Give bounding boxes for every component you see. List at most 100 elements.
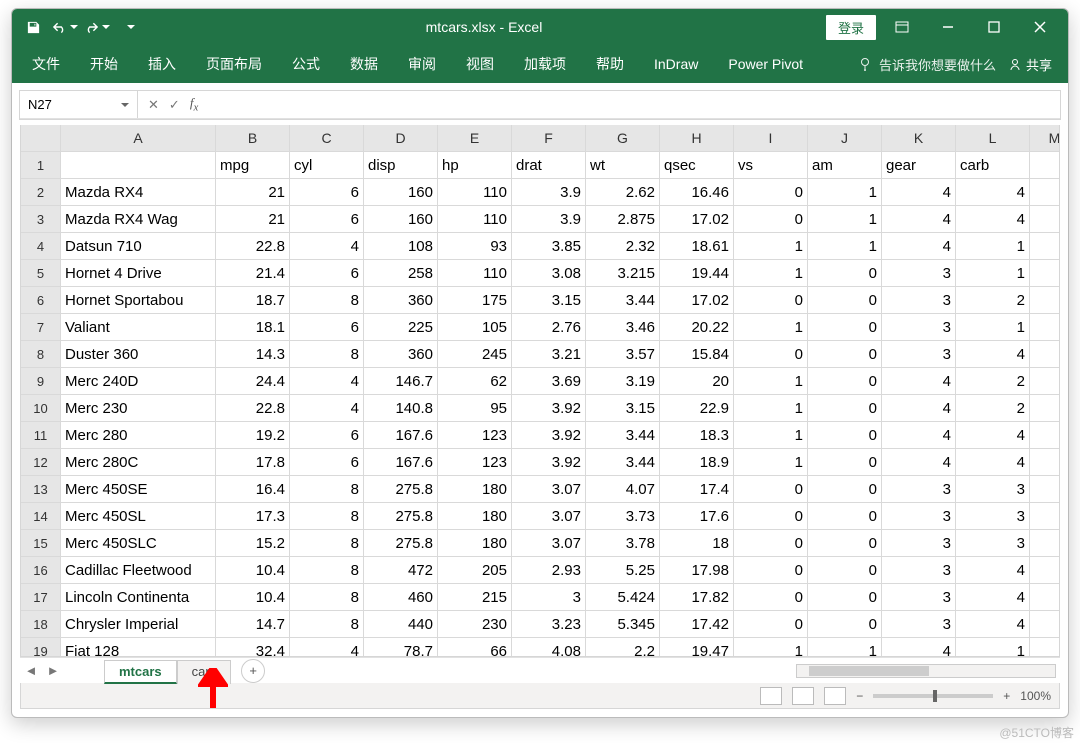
save-icon[interactable]	[20, 14, 46, 40]
sheet-nav-next-icon[interactable]: ►	[42, 663, 64, 678]
cell-E3[interactable]: 110	[438, 206, 512, 233]
cell-D16[interactable]: 472	[364, 557, 438, 584]
cell-H4[interactable]: 18.61	[660, 233, 734, 260]
cell-I6[interactable]: 0	[734, 287, 808, 314]
cell-M16[interactable]	[1030, 557, 1059, 584]
undo-icon[interactable]	[52, 14, 78, 40]
cell-M10[interactable]	[1030, 395, 1059, 422]
page-break-view-icon[interactable]	[824, 687, 846, 705]
cell-C5[interactable]: 6	[290, 260, 364, 287]
cell-E14[interactable]: 180	[438, 503, 512, 530]
cell-H7[interactable]: 20.22	[660, 314, 734, 341]
cell-L10[interactable]: 2	[956, 395, 1030, 422]
cell-G8[interactable]: 3.57	[586, 341, 660, 368]
cell-E6[interactable]: 175	[438, 287, 512, 314]
cell-C11[interactable]: 6	[290, 422, 364, 449]
cell-G14[interactable]: 3.73	[586, 503, 660, 530]
cell-A8[interactable]: Duster 360	[61, 341, 216, 368]
cell-G17[interactable]: 5.424	[586, 584, 660, 611]
row-header-4[interactable]: 4	[21, 233, 61, 260]
cell-F16[interactable]: 2.93	[512, 557, 586, 584]
cell-B13[interactable]: 16.4	[216, 476, 290, 503]
cell-C15[interactable]: 8	[290, 530, 364, 557]
sheet-nav-prev-icon[interactable]: ◄	[20, 663, 42, 678]
cell-J15[interactable]: 0	[808, 530, 882, 557]
cell-D18[interactable]: 440	[364, 611, 438, 638]
zoom-slider[interactable]	[873, 694, 993, 698]
cell-D12[interactable]: 167.6	[364, 449, 438, 476]
share-button[interactable]: 共享	[1008, 55, 1052, 74]
cell-G6[interactable]: 3.44	[586, 287, 660, 314]
cell-C6[interactable]: 8	[290, 287, 364, 314]
cell-F14[interactable]: 3.07	[512, 503, 586, 530]
cell-L5[interactable]: 1	[956, 260, 1030, 287]
cell-K9[interactable]: 4	[882, 368, 956, 395]
cell-B3[interactable]: 21	[216, 206, 290, 233]
cell-L12[interactable]: 4	[956, 449, 1030, 476]
cell-L6[interactable]: 2	[956, 287, 1030, 314]
cell-header-J[interactable]: am	[808, 152, 882, 179]
cell-D7[interactable]: 225	[364, 314, 438, 341]
row-header-15[interactable]: 15	[21, 530, 61, 557]
row-header-14[interactable]: 14	[21, 503, 61, 530]
cell-L7[interactable]: 1	[956, 314, 1030, 341]
cell-F11[interactable]: 3.92	[512, 422, 586, 449]
cell-I19[interactable]: 1	[734, 638, 808, 656]
cell-E18[interactable]: 230	[438, 611, 512, 638]
row-header-1[interactable]: 1	[21, 152, 61, 179]
ribbon-tab-审阅[interactable]: 审阅	[394, 48, 450, 80]
cell-K7[interactable]: 3	[882, 314, 956, 341]
cell-M12[interactable]	[1030, 449, 1059, 476]
cell-A3[interactable]: Mazda RX4 Wag	[61, 206, 216, 233]
column-header-K[interactable]: K	[882, 125, 956, 152]
cell-M9[interactable]	[1030, 368, 1059, 395]
cell-C12[interactable]: 6	[290, 449, 364, 476]
column-header-G[interactable]: G	[586, 125, 660, 152]
cell-A12[interactable]: Merc 280C	[61, 449, 216, 476]
cell-H13[interactable]: 17.4	[660, 476, 734, 503]
cell-C18[interactable]: 8	[290, 611, 364, 638]
row-header-9[interactable]: 9	[21, 368, 61, 395]
cell-G10[interactable]: 3.15	[586, 395, 660, 422]
cell-K10[interactable]: 4	[882, 395, 956, 422]
zoom-in-icon[interactable]: +	[1003, 689, 1010, 703]
cell-J11[interactable]: 0	[808, 422, 882, 449]
row-header-5[interactable]: 5	[21, 260, 61, 287]
cell-J7[interactable]: 0	[808, 314, 882, 341]
cell-C10[interactable]: 4	[290, 395, 364, 422]
cell-G16[interactable]: 5.25	[586, 557, 660, 584]
cell-G19[interactable]: 2.2	[586, 638, 660, 656]
cell-C9[interactable]: 4	[290, 368, 364, 395]
fx-icon[interactable]: fx	[190, 95, 198, 114]
cell-M7[interactable]	[1030, 314, 1059, 341]
cell-D10[interactable]: 140.8	[364, 395, 438, 422]
cell-K2[interactable]: 4	[882, 179, 956, 206]
ribbon-tab-InDraw[interactable]: InDraw	[640, 50, 712, 78]
cell-K6[interactable]: 3	[882, 287, 956, 314]
ribbon-tab-视图[interactable]: 视图	[452, 48, 508, 80]
cell-A18[interactable]: Chrysler Imperial	[61, 611, 216, 638]
cell-header-M[interactable]	[1030, 152, 1059, 179]
cell-K8[interactable]: 3	[882, 341, 956, 368]
cell-G9[interactable]: 3.19	[586, 368, 660, 395]
cell-L8[interactable]: 4	[956, 341, 1030, 368]
cell-H17[interactable]: 17.82	[660, 584, 734, 611]
ribbon-tab-页面布局[interactable]: 页面布局	[192, 48, 276, 80]
redo-icon[interactable]	[84, 14, 110, 40]
cell-B11[interactable]: 19.2	[216, 422, 290, 449]
row-header-18[interactable]: 18	[21, 611, 61, 638]
cell-E12[interactable]: 123	[438, 449, 512, 476]
cell-L18[interactable]: 4	[956, 611, 1030, 638]
cell-M3[interactable]	[1030, 206, 1059, 233]
cell-A7[interactable]: Valiant	[61, 314, 216, 341]
cell-E17[interactable]: 215	[438, 584, 512, 611]
cell-B6[interactable]: 18.7	[216, 287, 290, 314]
cell-H15[interactable]: 18	[660, 530, 734, 557]
zoom-level[interactable]: 100%	[1020, 689, 1051, 703]
column-header-H[interactable]: H	[660, 125, 734, 152]
zoom-out-icon[interactable]: −	[856, 689, 863, 703]
cell-J2[interactable]: 1	[808, 179, 882, 206]
tell-me-search[interactable]: 告诉我你想要做什么	[859, 55, 996, 74]
cell-J9[interactable]: 0	[808, 368, 882, 395]
cell-F5[interactable]: 3.08	[512, 260, 586, 287]
